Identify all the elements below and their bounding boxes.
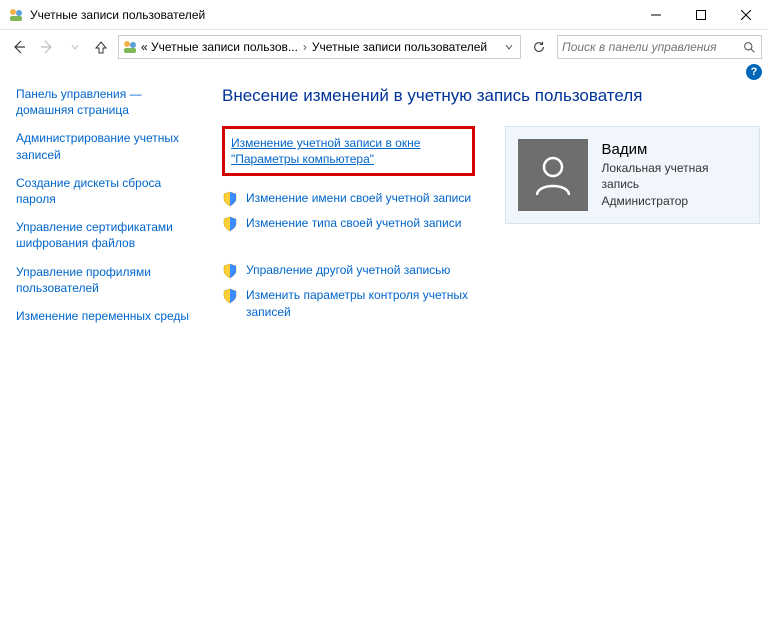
search-icon[interactable] [741, 41, 757, 54]
user-account-type: Локальная учетная запись [602, 160, 745, 192]
help-row: ? [0, 64, 768, 82]
breadcrumb[interactable]: « Учетные записи пользов... › Учетные за… [118, 35, 521, 59]
window-title: Учетные записи пользователей [30, 8, 633, 22]
close-button[interactable] [723, 0, 768, 29]
chevron-down-icon[interactable] [500, 43, 518, 51]
user-tile: Вадим Локальная учетная запись Администр… [505, 126, 760, 224]
breadcrumb-segment[interactable]: « Учетные записи пользов... [141, 40, 298, 54]
window-controls [633, 0, 768, 29]
task-link[interactable]: Управление другой учетной записью [246, 262, 450, 278]
user-accounts-icon [121, 38, 139, 56]
task-link[interactable]: Изменить параметры контроля учетных запи… [246, 287, 475, 319]
body: Панель управления — домашняя страница Ад… [0, 82, 768, 336]
search-input[interactable] [562, 40, 741, 54]
content-row: Изменение учетной записи в окне "Парамет… [222, 126, 760, 328]
task-change-type: Изменение типа своей учетной записи [222, 215, 475, 232]
refresh-button[interactable] [527, 35, 551, 59]
sidebar-link-user-profiles[interactable]: Управление профилями пользователей [16, 264, 196, 296]
task-list: Изменение учетной записи в окне "Парамет… [222, 126, 475, 328]
up-button[interactable] [90, 36, 112, 58]
back-button[interactable] [6, 34, 32, 60]
shield-icon [222, 216, 238, 232]
avatar [518, 139, 588, 211]
task-change-in-settings: Изменение учетной записи в окне "Парамет… [222, 126, 475, 176]
sidebar: Панель управления — домашняя страница Ад… [16, 82, 196, 336]
page-title: Внесение изменений в учетную запись поль… [222, 86, 760, 106]
help-icon[interactable]: ? [746, 64, 762, 80]
sidebar-link-encryption-certs[interactable]: Управление сертификатами шифрования файл… [16, 219, 196, 251]
titlebar: Учетные записи пользователей [0, 0, 768, 30]
main-content: Внесение изменений в учетную запись поль… [196, 82, 760, 336]
task-link[interactable]: Изменение типа своей учетной записи [246, 215, 461, 231]
task-link[interactable]: Изменение имени своей учетной записи [246, 190, 471, 206]
task-manage-other: Управление другой учетной записью [222, 262, 475, 279]
chevron-right-icon[interactable]: › [298, 40, 312, 54]
task-gap [222, 240, 475, 262]
user-meta: Вадим Локальная учетная запись Администр… [602, 141, 745, 209]
navigation-toolbar: « Учетные записи пользов... › Учетные за… [0, 30, 768, 64]
user-accounts-icon [8, 7, 24, 23]
sidebar-link-admin-accounts[interactable]: Администрирование учетных записей [16, 130, 196, 162]
user-name: Вадим [602, 141, 745, 158]
history-dropdown-icon[interactable] [62, 34, 88, 60]
user-role: Администратор [602, 193, 745, 209]
task-uac-settings: Изменить параметры контроля учетных запи… [222, 287, 475, 319]
shield-icon [222, 263, 238, 279]
task-change-name: Изменение имени своей учетной записи [222, 190, 475, 207]
sidebar-link-home[interactable]: Панель управления — домашняя страница [16, 86, 196, 118]
minimize-button[interactable] [633, 0, 678, 29]
sidebar-link-password-reset-disk[interactable]: Создание дискеты сброса пароля [16, 175, 196, 207]
shield-icon [222, 288, 238, 304]
breadcrumb-segment[interactable]: Учетные записи пользователей [312, 40, 487, 54]
shield-icon [222, 191, 238, 207]
forward-button[interactable] [34, 34, 60, 60]
maximize-button[interactable] [678, 0, 723, 29]
search-box[interactable] [557, 35, 762, 59]
sidebar-link-env-vars[interactable]: Изменение переменных среды [16, 308, 196, 324]
task-link[interactable]: Изменение учетной записи в окне "Парамет… [231, 135, 444, 167]
